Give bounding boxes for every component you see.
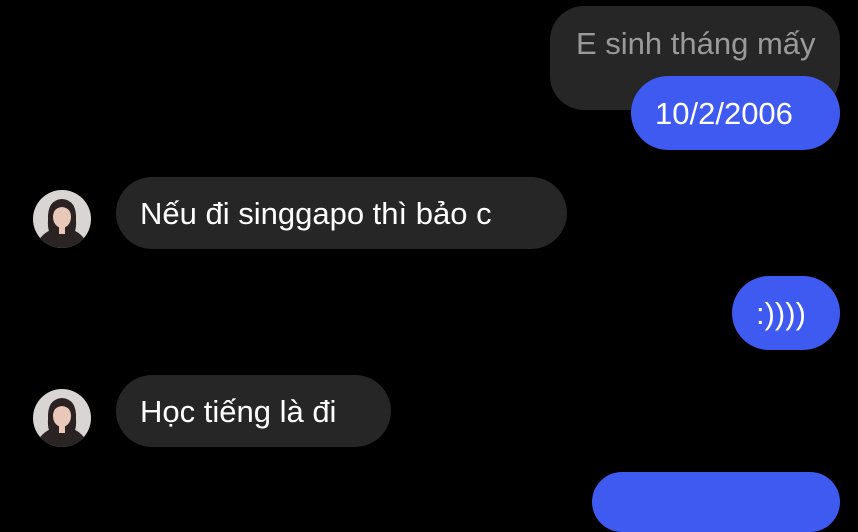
quoted-reply-text: E sinh tháng mấy — [576, 26, 816, 61]
incoming-message-bubble[interactable]: Nếu đi singgapo thì bảo c — [116, 177, 567, 249]
message-text: Học tiếng là đi — [140, 393, 337, 429]
outgoing-message-bubble-partial[interactable] — [592, 472, 840, 532]
incoming-message-bubble[interactable]: Học tiếng là đi — [116, 375, 391, 447]
contact-avatar[interactable] — [33, 389, 91, 447]
outgoing-message-bubble[interactable]: :)))) — [732, 276, 840, 350]
outgoing-message-bubble[interactable]: 10/2/2006 — [631, 76, 840, 150]
avatar-photo — [33, 389, 91, 447]
contact-avatar[interactable] — [33, 190, 91, 248]
message-text: Nếu đi singgapo thì bảo c — [140, 195, 492, 231]
message-text: 10/2/2006 — [655, 95, 793, 131]
message-text: :)))) — [756, 295, 806, 331]
avatar-photo — [33, 190, 91, 248]
